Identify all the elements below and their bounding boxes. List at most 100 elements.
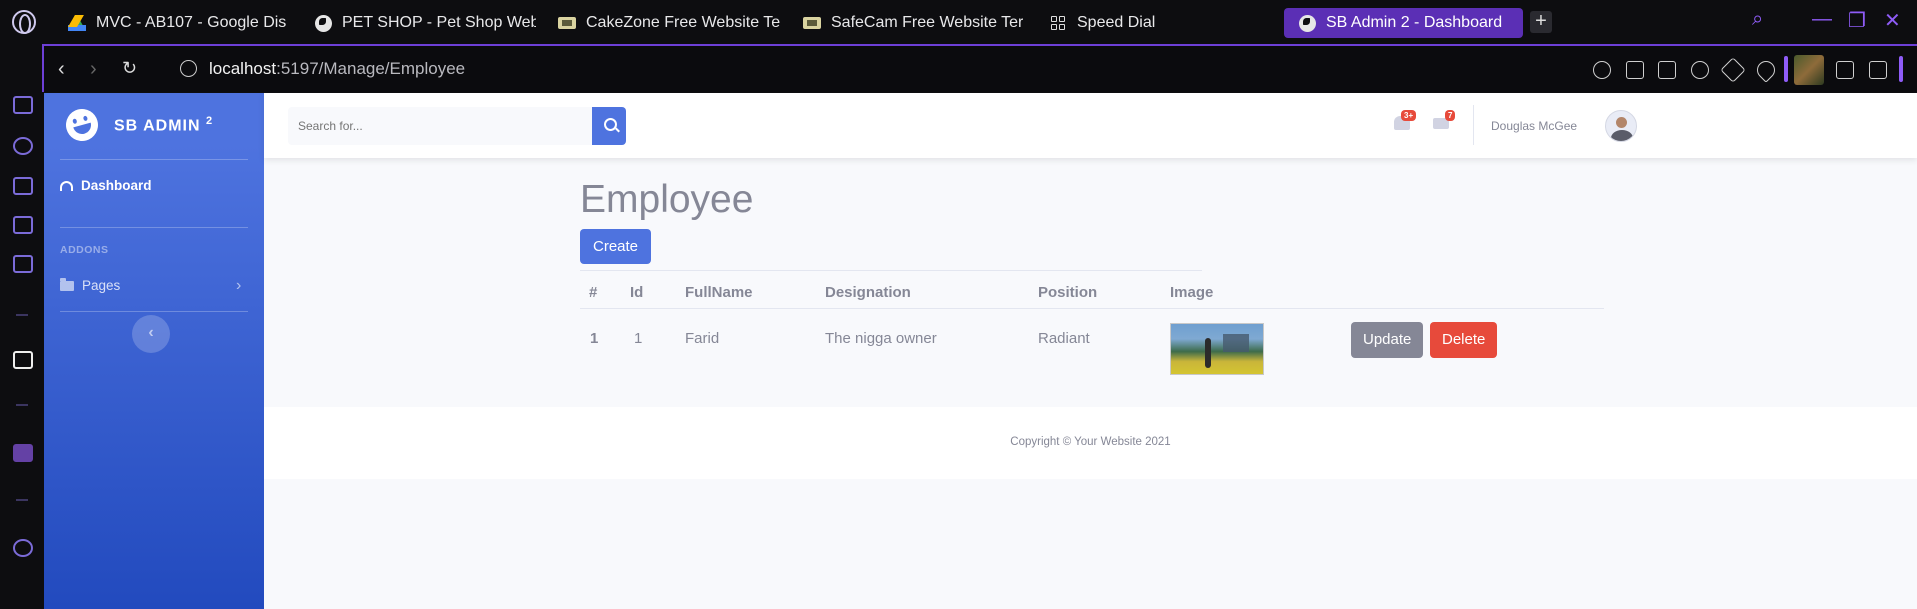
cell-designation: The nigga owner: [825, 330, 937, 347]
tab-sb-admin-active[interactable]: SB Admin 2 - Dashboard: [1284, 8, 1523, 38]
alerts-badge: 3+: [1401, 110, 1417, 121]
sidebar-item-dashboard[interactable]: Dashboard: [60, 178, 152, 193]
opera-logo-icon[interactable]: [12, 10, 36, 34]
employee-image: [1170, 323, 1264, 375]
sidebar-divider: [60, 227, 248, 228]
heart-icon[interactable]: [1753, 57, 1779, 83]
brand-title: SB ADMIN 2: [114, 115, 213, 135]
edit-icon[interactable]: [1626, 61, 1644, 79]
footer: Copyright © Your Website 2021: [264, 407, 1917, 479]
column-header: Id: [630, 284, 644, 301]
sidebar-divider: [60, 311, 248, 312]
sidebar-divider: [60, 159, 248, 160]
new-tab-button[interactable]: +: [1530, 11, 1552, 33]
folder-icon: [60, 277, 74, 291]
site-thumbnail-icon: [803, 14, 821, 32]
minimize-icon[interactable]: —: [1812, 8, 1832, 31]
tab-title: CakeZone Free Website Te: [586, 14, 780, 31]
camera-icon[interactable]: [1658, 61, 1676, 79]
accent-bar: [1784, 56, 1788, 82]
tab-title: MVC - AB107 - Google Dis: [96, 14, 287, 31]
page-viewport: SB ADMIN 2 Dashboard ADDONS Pages › ‹ 3+…: [44, 93, 1917, 609]
cpu-icon[interactable]: [13, 255, 33, 273]
delete-button[interactable]: Delete: [1430, 322, 1498, 358]
column-header: Designation: [825, 284, 911, 301]
google-drive-icon: [68, 14, 86, 32]
sidebar-item-label: Dashboard: [81, 178, 152, 193]
sidebar-item-pages[interactable]: Pages: [60, 277, 121, 293]
adblock-shield-icon[interactable]: [1691, 61, 1709, 79]
search-button[interactable]: [591, 107, 626, 145]
speed-gauge-icon[interactable]: [13, 137, 33, 155]
player-icon[interactable]: [13, 539, 33, 557]
wallpaper-icon[interactable]: [13, 216, 33, 234]
brand-name: SB ADMIN: [114, 117, 201, 135]
sidebar-divider: [16, 404, 28, 406]
topbar-divider: [1473, 105, 1474, 145]
brand-version: 2: [205, 114, 214, 127]
app-icon[interactable]: [13, 351, 33, 369]
tab-title: SafeCam Free Website Ter: [831, 14, 1024, 31]
tab-title: PET SHOP - Pet Shop Web: [342, 14, 536, 31]
address-bar: ‹ › ↻ localhost:5197/Manage/Employee: [42, 44, 1917, 92]
site-info-icon[interactable]: [180, 60, 197, 77]
cell-full-name: Farid: [685, 330, 720, 347]
brand-link[interactable]: SB ADMIN 2: [62, 105, 213, 145]
url-path: :5197/Manage/Employee: [276, 59, 466, 78]
column-header: #: [589, 284, 598, 301]
tab-safecam[interactable]: SafeCam Free Website Ter: [803, 8, 1025, 38]
tab-search-icon[interactable]: ⌕: [1752, 8, 1763, 31]
tab-speed-dial[interactable]: Speed Dial: [1049, 8, 1199, 38]
chevron-right-icon[interactable]: ›: [236, 277, 241, 295]
table-top-border: [580, 270, 1202, 271]
zoom-out-icon[interactable]: [1593, 61, 1611, 79]
tab-title: Speed Dial: [1077, 14, 1156, 31]
create-button[interactable]: Create: [580, 229, 652, 264]
sidebar-toggle-button[interactable]: ‹: [132, 315, 170, 353]
url-host: localhost: [209, 59, 277, 78]
row-index: 1: [590, 330, 599, 347]
back-icon[interactable]: ‹: [58, 58, 65, 81]
sidebar-heading: ADDONS: [60, 244, 109, 256]
tachometer-icon: [60, 180, 73, 191]
profile-thumbnail[interactable]: [1794, 55, 1824, 85]
accent-bar: [1899, 56, 1903, 82]
speed-dial-icon: [1049, 14, 1067, 32]
tab-google-drive[interactable]: MVC - AB107 - Google Dis: [68, 8, 290, 38]
download-icon[interactable]: [1836, 61, 1854, 79]
url-field[interactable]: localhost:5197/Manage/Employee: [209, 59, 465, 79]
close-window-icon[interactable]: ✕: [1884, 8, 1901, 33]
easy-setup-icon[interactable]: [1869, 61, 1887, 79]
sidebar-item-label: Pages: [82, 278, 121, 293]
search-input[interactable]: [288, 107, 592, 145]
messages-badge: 7: [1445, 110, 1456, 121]
restore-icon[interactable]: ❐: [1848, 8, 1866, 33]
app-sidebar: SB ADMIN 2 Dashboard ADDONS Pages › ‹: [44, 93, 264, 609]
cell-id: 1: [634, 330, 643, 347]
site-thumbnail-icon: [558, 14, 576, 32]
topbar-search: [288, 107, 626, 145]
workspaces-icon[interactable]: [13, 96, 33, 114]
column-header: FullName: [685, 284, 753, 301]
avatar[interactable]: [1605, 110, 1637, 142]
page-title: Employee: [580, 178, 754, 221]
topbar: 3+ 7 Douglas McGee: [264, 93, 1917, 158]
send-icon[interactable]: [1720, 57, 1746, 83]
twitch-icon[interactable]: [13, 444, 33, 462]
update-button[interactable]: Update: [1351, 322, 1424, 358]
tab-cakezone[interactable]: CakeZone Free Website Te: [558, 8, 780, 38]
globe-icon: [1298, 14, 1316, 32]
reload-icon[interactable]: ↻: [122, 58, 137, 79]
column-header: Image: [1170, 284, 1214, 301]
sidebar-divider: [16, 499, 28, 501]
sidebar-divider: [16, 314, 28, 316]
globe-icon: [314, 14, 332, 32]
tab-pet-shop[interactable]: PET SHOP - Pet Shop Web: [314, 8, 536, 38]
table-header-border: [580, 308, 1604, 309]
user-name[interactable]: Douglas McGee: [1491, 119, 1577, 133]
game-icon[interactable]: [13, 177, 33, 195]
laugh-wink-icon: [62, 105, 102, 145]
browser-sidebar: [0, 44, 42, 609]
forward-icon[interactable]: ›: [90, 58, 97, 81]
browser-tab-bar: MVC - AB107 - Google Dis PET SHOP - Pet …: [0, 0, 1917, 44]
